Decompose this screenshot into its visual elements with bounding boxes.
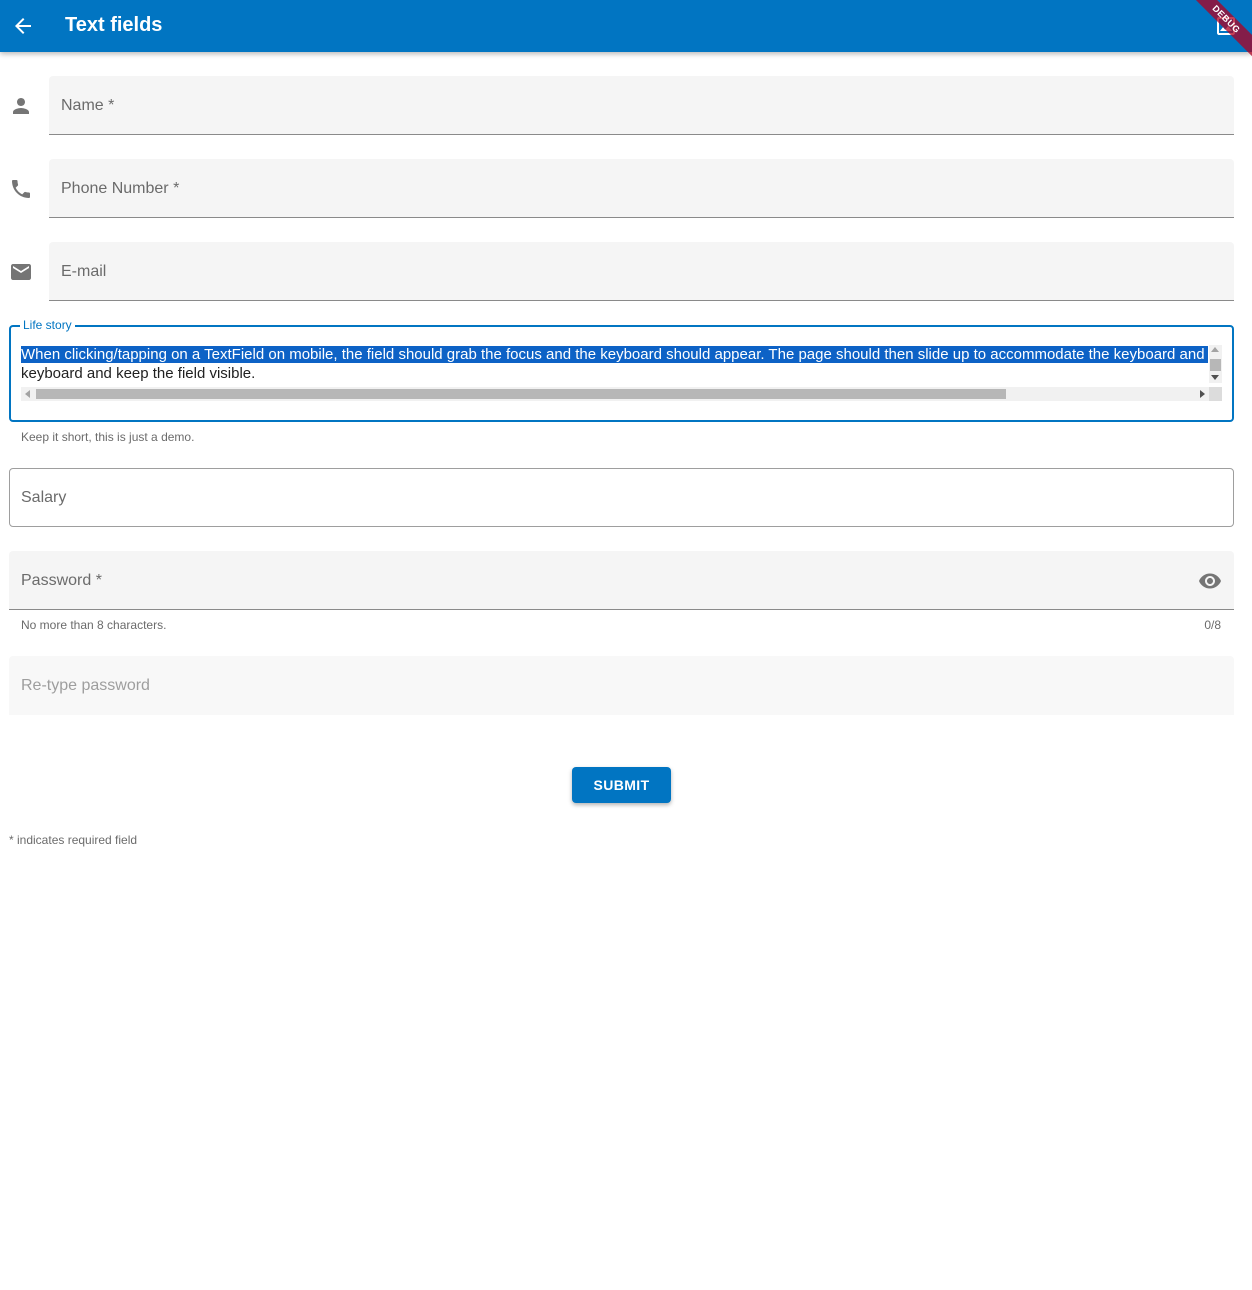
phone-field[interactable]: Phone Number *: [49, 159, 1234, 218]
life-story-horizontal-scrollbar[interactable]: [21, 387, 1209, 401]
salary-field-label: Salary: [21, 489, 67, 506]
retype-password-label: Re-type password: [21, 677, 150, 694]
salary-field[interactable]: Salary: [9, 468, 1234, 527]
life-story-wrapped-line: keyboard and keep the field visible.: [21, 365, 256, 382]
scroll-down-arrow-icon[interactable]: [1211, 375, 1219, 380]
page-title: Text fields: [65, 14, 163, 36]
life-story-label: Life story: [20, 318, 75, 332]
name-field-label: Name *: [61, 97, 115, 114]
app-bar: Text fields: [0, 0, 1252, 52]
life-story-textarea[interactable]: When clicking/tapping on a TextField on …: [21, 345, 1208, 383]
image-icon: [1217, 17, 1235, 35]
retype-password-field: Re-type password: [9, 656, 1234, 715]
vertical-scroll-thumb[interactable]: [1210, 359, 1221, 371]
email-field-label: E-mail: [61, 263, 107, 280]
required-field-footnote: * indicates required field: [9, 833, 138, 847]
visibility-icon: [1199, 573, 1221, 589]
life-story-field[interactable]: Life story When clicking/tapping on a Te…: [9, 318, 1234, 422]
back-button[interactable]: [3, 6, 43, 46]
password-visibility-toggle[interactable]: [1198, 569, 1222, 593]
submit-button[interactable]: SUBMIT: [572, 767, 671, 803]
password-helper-text: No more than 8 characters.: [21, 618, 167, 632]
life-story-vertical-scrollbar[interactable]: [1209, 345, 1222, 383]
horizontal-scroll-thumb[interactable]: [36, 389, 1006, 399]
phone-icon: [9, 177, 33, 201]
email-field[interactable]: E-mail: [49, 242, 1234, 301]
scroll-right-arrow-icon[interactable]: [1200, 390, 1205, 398]
password-field-label: Password *: [21, 572, 102, 589]
arrow-back-icon: [15, 18, 31, 34]
name-field[interactable]: Name *: [49, 76, 1234, 135]
phone-field-label: Phone Number *: [61, 180, 180, 197]
scrollbar-corner: [1209, 387, 1222, 401]
password-field[interactable]: Password *: [9, 551, 1234, 610]
life-story-selected-text: When clicking/tapping on a TextField on …: [21, 346, 1208, 363]
password-character-counter: 0/8: [1204, 618, 1221, 632]
email-icon: [9, 260, 33, 284]
scroll-up-arrow-icon[interactable]: [1211, 347, 1219, 352]
scroll-left-arrow-icon[interactable]: [25, 390, 30, 398]
life-story-helper-text: Keep it short, this is just a demo.: [21, 430, 195, 444]
person-icon: [9, 94, 33, 118]
image-action-button[interactable]: [1206, 6, 1246, 46]
